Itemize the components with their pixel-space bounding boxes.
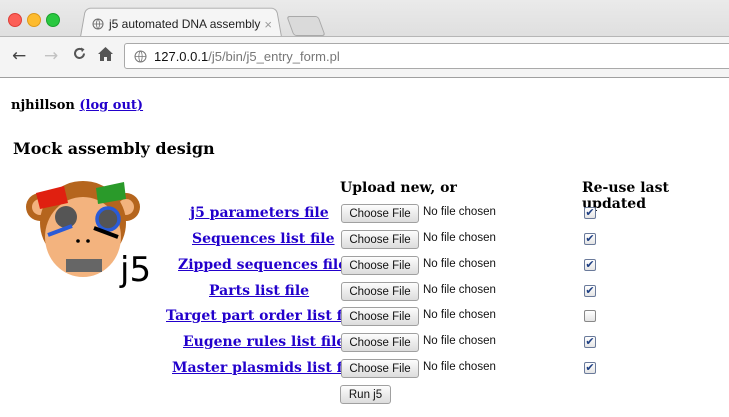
- back-arrow-icon[interactable]: ←: [12, 46, 26, 66]
- no-file-status: No file chosen: [423, 232, 496, 244]
- tab-close-icon[interactable]: ×: [264, 17, 272, 32]
- reuse-checkbox[interactable]: ✔: [584, 285, 596, 297]
- url-path: /j5/bin/j5_entry_form.pl: [208, 48, 340, 64]
- globe-icon: [134, 50, 147, 62]
- eugene-rules-list-file-link[interactable]: Eugene rules list file: [183, 334, 345, 350]
- reuse-checkbox[interactable]: ✔: [584, 259, 596, 271]
- browser-chrome: j5 automated DNA assembly × ← → 127.0.0.…: [0, 0, 729, 78]
- parts-list-file-link[interactable]: Parts list file: [209, 283, 309, 299]
- forward-arrow-icon[interactable]: →: [44, 46, 58, 66]
- no-file-status: No file chosen: [423, 206, 496, 218]
- file-row: Zipped sequences file Choose File No fil…: [0, 255, 729, 277]
- reload-icon[interactable]: [72, 46, 87, 65]
- minimize-window-button[interactable]: [27, 13, 41, 27]
- zipped-sequences-file-link[interactable]: Zipped sequences file: [178, 257, 347, 273]
- no-file-status: No file chosen: [423, 258, 496, 270]
- no-file-status: No file chosen: [423, 361, 496, 373]
- file-row: Parts list file Choose File No file chos…: [0, 281, 729, 303]
- logout-link[interactable]: (log out): [79, 98, 143, 113]
- close-window-button[interactable]: [8, 13, 22, 27]
- reuse-checkbox[interactable]: ✔: [584, 233, 596, 245]
- file-row: Master plasmids list file Choose File No…: [0, 358, 729, 380]
- j5-parameters-file-link[interactable]: j5 parameters file: [190, 205, 329, 221]
- upload-header: Upload new, or: [340, 180, 457, 196]
- choose-file-button[interactable]: Choose File: [341, 359, 419, 378]
- choose-file-button[interactable]: Choose File: [341, 333, 419, 352]
- no-file-status: No file chosen: [423, 309, 496, 321]
- user-line: njhillson (log out): [11, 98, 143, 113]
- sequences-list-file-link[interactable]: Sequences list file: [192, 231, 335, 247]
- tab-title: j5 automated DNA assembly: [109, 17, 261, 31]
- choose-file-button[interactable]: Choose File: [341, 230, 419, 249]
- choose-file-button[interactable]: Choose File: [341, 307, 419, 326]
- page-title: Mock assembly design: [13, 139, 215, 158]
- no-file-status: No file chosen: [423, 284, 496, 296]
- file-row: Eugene rules list file Choose File No fi…: [0, 332, 729, 354]
- home-icon[interactable]: [97, 46, 114, 67]
- reuse-checkbox[interactable]: ✔: [584, 336, 596, 348]
- reuse-checkbox[interactable]: [584, 310, 596, 322]
- reuse-checkbox[interactable]: ✔: [584, 362, 596, 374]
- url-host: 127.0.0.1: [154, 48, 209, 64]
- file-row: j5 parameters file Choose File No file c…: [0, 203, 729, 225]
- file-row: Target part order list file Choose File …: [0, 306, 729, 328]
- reuse-checkbox[interactable]: ✔: [584, 207, 596, 219]
- run-j5-button[interactable]: Run j5: [340, 385, 391, 404]
- zoom-window-button[interactable]: [46, 13, 60, 27]
- choose-file-button[interactable]: Choose File: [341, 204, 419, 223]
- browser-tab-content[interactable]: j5 automated DNA assembly ×: [92, 14, 272, 34]
- master-plasmids-list-file-link[interactable]: Master plasmids list file: [172, 360, 361, 376]
- home-glyph: [98, 47, 113, 61]
- username: njhillson: [11, 98, 75, 113]
- address-bar[interactable]: 127.0.0.1/j5/bin/j5_entry_form.pl: [124, 43, 729, 69]
- file-row: Sequences list file Choose File No file …: [0, 229, 729, 251]
- choose-file-button[interactable]: Choose File: [341, 282, 419, 301]
- choose-file-button[interactable]: Choose File: [341, 256, 419, 275]
- new-tab-button[interactable]: [286, 16, 326, 36]
- reload-glyph: [74, 47, 85, 59]
- target-part-order-list-file-link[interactable]: Target part order list file: [166, 308, 361, 324]
- no-file-status: No file chosen: [423, 335, 496, 347]
- globe-icon: [92, 18, 104, 30]
